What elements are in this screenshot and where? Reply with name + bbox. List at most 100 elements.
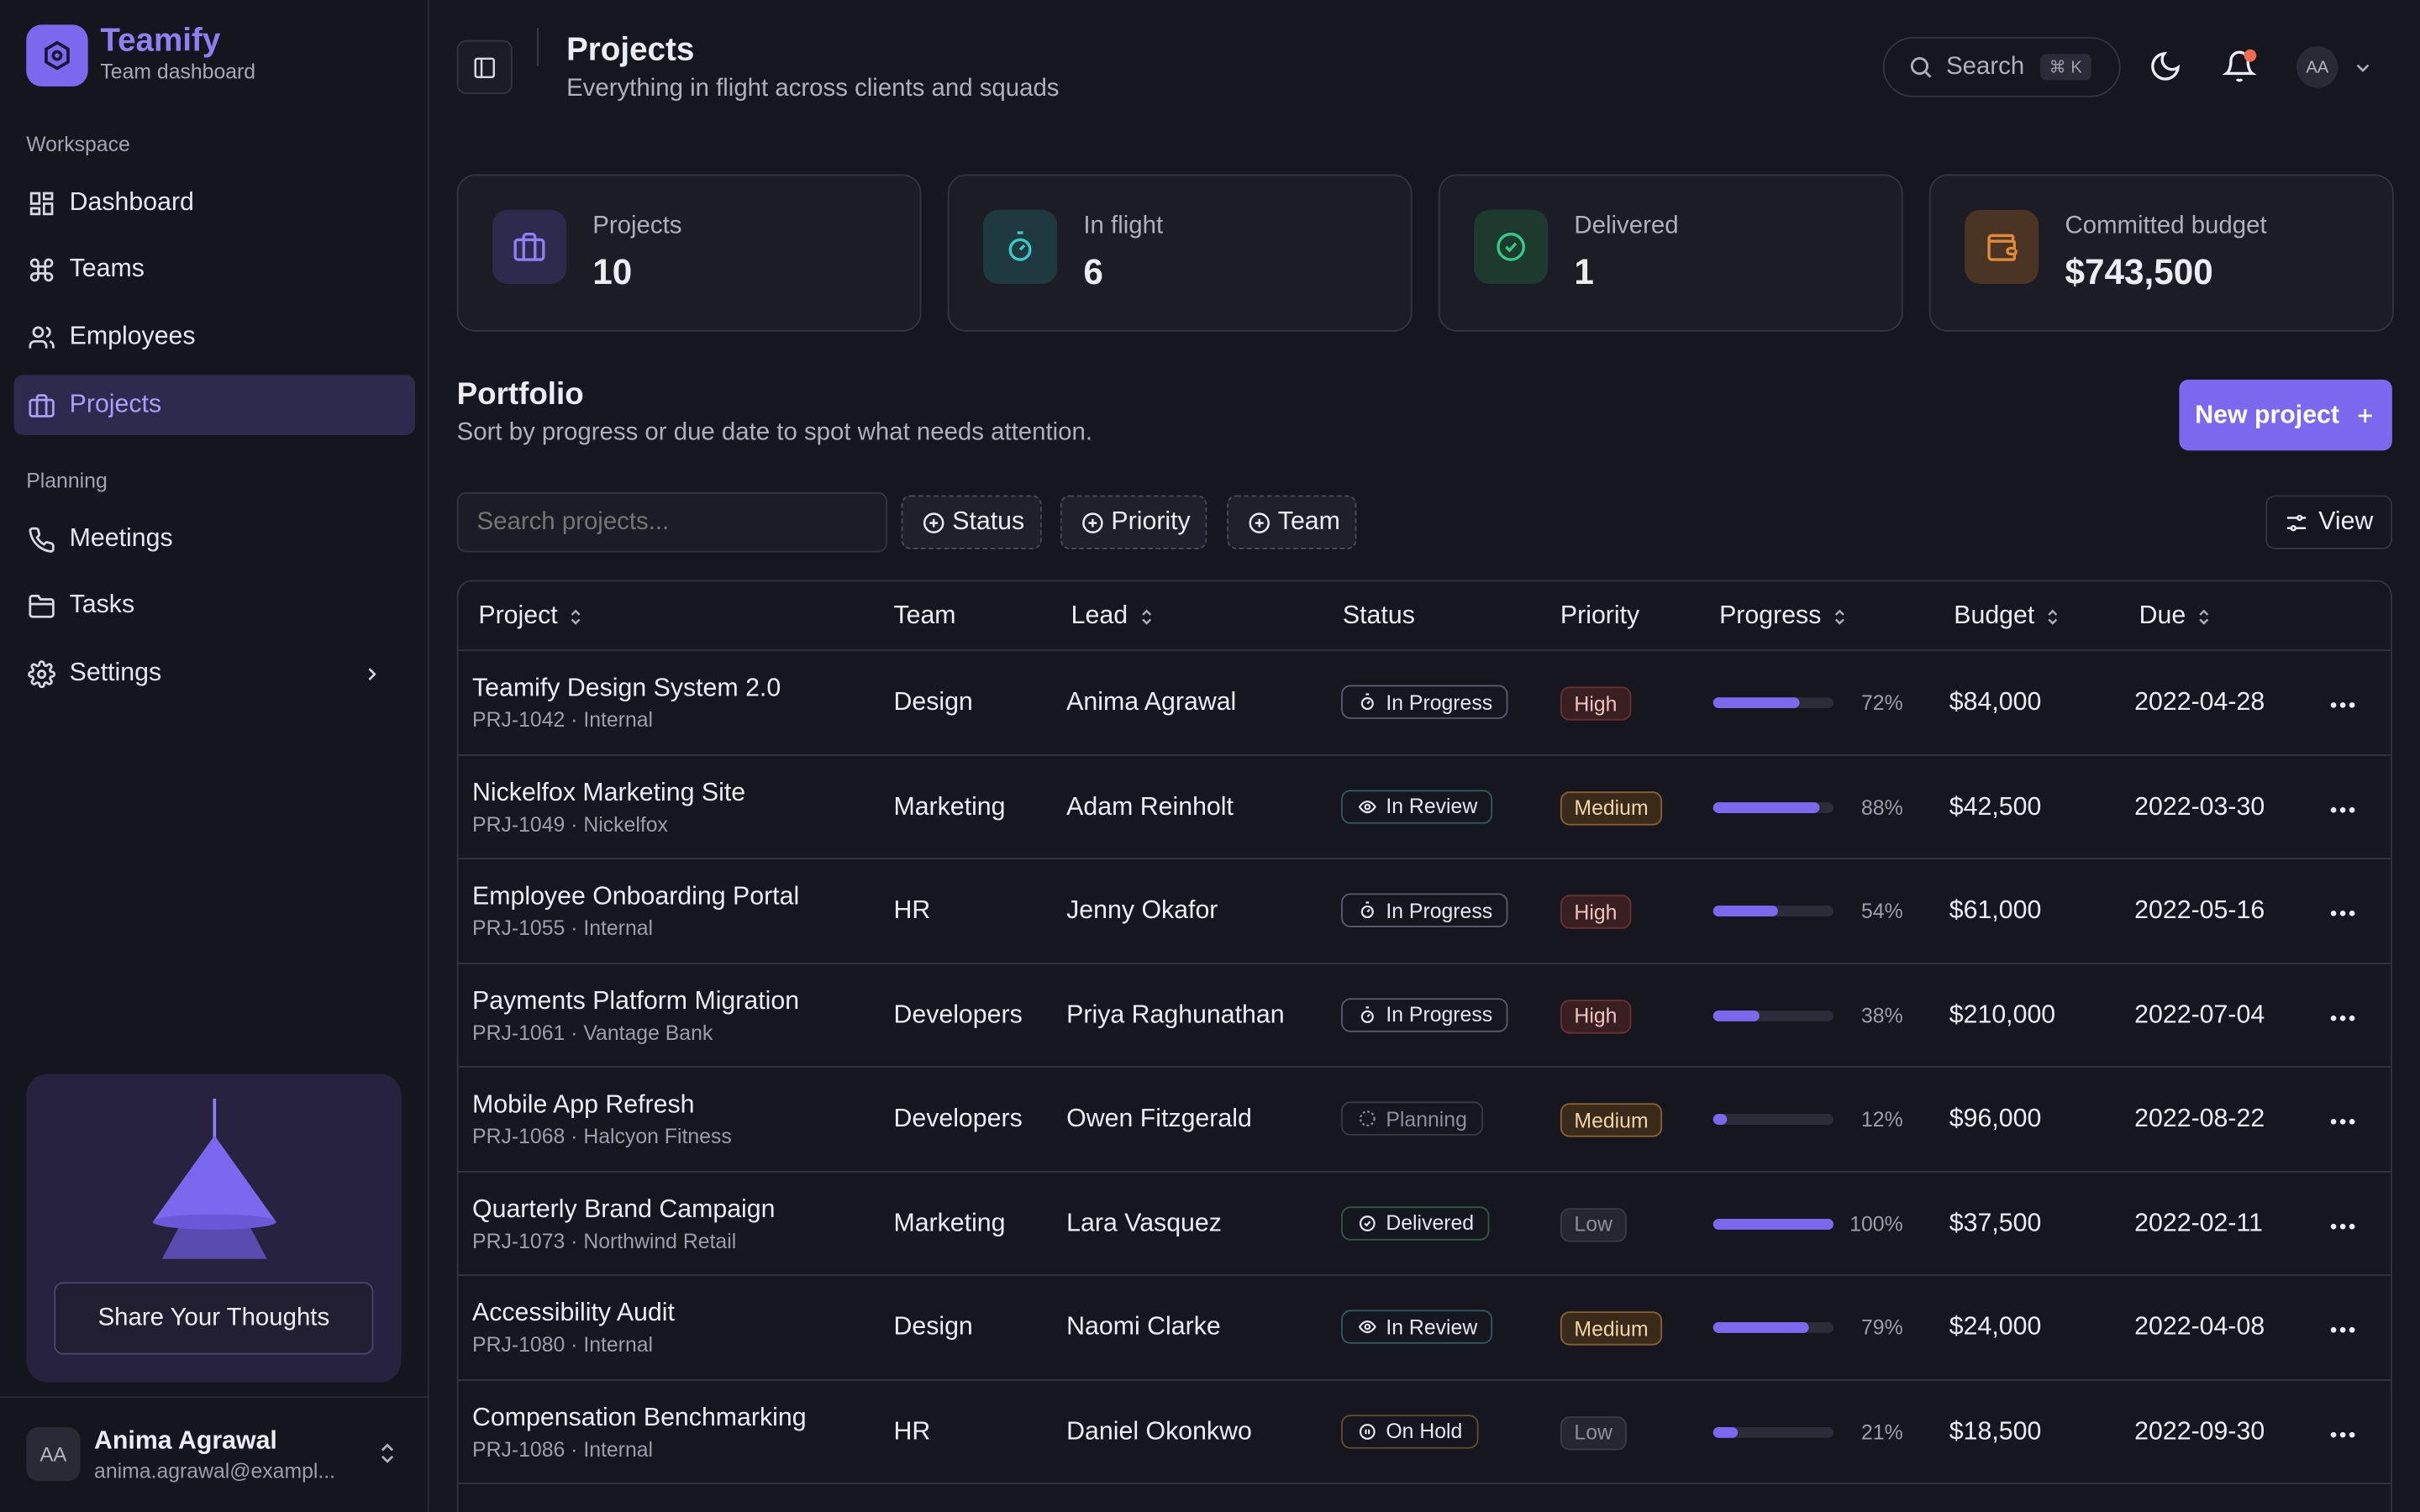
status-label: In Review [1386,1315,1478,1339]
progress-fill [1712,1114,1728,1125]
search-label: Search [1946,53,2025,80]
project-name[interactable]: Mobile App Refresh [472,1091,694,1121]
table-row[interactable]: Employee Onboarding Portal PRJ-1055 · Int… [458,859,2391,964]
new-project-button[interactable]: New project [2179,379,2392,451]
chevron-down-icon[interactable] [2352,57,2374,79]
priority-badge: Medium [1560,1311,1663,1346]
due-date-cell: 2022-04-28 [2134,688,2265,717]
user-menu[interactable]: AA Anima Agrawal anima.agrawal@exampl... [0,1396,429,1512]
filter-priority-button[interactable]: Priority [1060,495,1207,549]
more-horizontal-icon[interactable] [2329,909,2357,918]
column-header-lead[interactable]: Lead [1071,601,1156,631]
budget-cell: $96,000 [1949,1105,2042,1133]
column-header-budget[interactable]: Budget [1954,601,2062,631]
avatar: AA [26,1426,81,1482]
due-date-cell: 2022-03-30 [2134,792,2265,821]
sidebar-item-projects[interactable]: Projects [13,375,416,435]
progress-percent: 54% [1861,899,1903,923]
progress-percent: 100% [1849,1211,1903,1236]
sidebar-item-teams[interactable]: Teams [14,239,416,300]
table-row[interactable]: Quarterly Brand Campaign PRJ-1073 · North… [458,1172,2391,1276]
team-cell: HR [893,1417,931,1446]
column-header-project[interactable]: Project [478,601,585,631]
column-header-status: Status [1342,601,1415,630]
table-row[interactable]: Nickelfox Marketing Site PRJ-1049 · Nicke… [458,755,2391,860]
budget-cell: $24,000 [1949,1313,2042,1341]
folder-icon [29,594,55,617]
filter-label: Team [1277,507,1340,536]
plus-icon [2358,408,2372,423]
sidebar-item-meetings[interactable]: Meetings [14,509,416,570]
more-horizontal-icon[interactable] [2329,1117,2357,1126]
budget-cell: $37,500 [1949,1209,2042,1237]
column-header-progress[interactable]: Progress [1719,601,1849,631]
progress-percent: 79% [1861,1315,1903,1340]
sidebar-item-settings[interactable]: Settings [14,643,416,704]
more-horizontal-icon[interactable] [2329,805,2357,814]
briefcase-icon [29,393,55,417]
more-horizontal-icon[interactable] [2329,1013,2357,1022]
team-cell: Marketing [893,792,1006,821]
section-title: Portfolio [456,377,584,412]
priority-badge: High [1560,895,1631,929]
more-horizontal-icon[interactable] [2329,701,2357,710]
lead-cell: Naomi Clarke [1066,1313,1221,1341]
due-date-cell: 2022-05-16 [2134,896,2265,925]
stat-value: 1 [1574,251,1594,292]
table-row[interactable]: Compensation Benchmarking PRJ-1086 · Inte… [458,1380,2391,1484]
timer-icon [982,209,1058,284]
team-cell: Developers [893,1105,1023,1133]
team-cell: Design [893,1313,973,1341]
more-horizontal-icon[interactable] [2329,1221,2357,1231]
column-header-priority: Priority [1560,601,1640,630]
sort-icon [571,608,581,624]
column-header-team: Team [893,601,956,630]
table-row[interactable]: Payments Platform Migration PRJ-1061 · Va… [458,963,2391,1068]
table-row[interactable]: Mobile App Refresh PRJ-1068 · Halcyon Fit… [458,1068,2391,1172]
progress-bar [1712,1218,1833,1229]
lead-cell: Anima Agrawal [1066,688,1237,717]
sidebar-item-dashboard[interactable]: Dashboard [14,173,416,234]
table-header: Project Team Lead Status Priority Progre… [458,581,2391,652]
brand[interactable]: Teamify Team dashboard [26,24,255,87]
column-header-due[interactable]: Due [2139,601,2214,631]
project-name[interactable]: Compensation Benchmarking [472,1403,807,1432]
table-row[interactable]: Accessibility Audit PRJ-1080 · Internal De… [458,1276,2391,1380]
filter-label: Priority [1111,507,1191,536]
search-projects-input[interactable] [456,491,888,553]
sidebar-toggle-button[interactable] [456,39,513,95]
sidebar-item-employees[interactable]: Employees [14,307,416,368]
project-name[interactable]: Teamify Design System 2.0 [472,675,781,704]
project-meta: PRJ-1073 · Northwind Retail [472,1228,737,1252]
sidebar-item-tasks[interactable]: Tasks [14,575,416,636]
avatar[interactable]: AA [2296,46,2338,88]
filter-status-button[interactable]: Status [901,495,1042,549]
dashed-circle-icon [1359,1110,1376,1126]
project-name[interactable]: Payments Platform Migration [472,987,799,1016]
status-badge: In Progress [1341,893,1508,927]
progress-fill [1712,1010,1760,1021]
project-name[interactable]: Employee Onboarding Portal [472,883,799,912]
table-row[interactable]: Teamify Design System 2.0 PRJ-1042 · Inte… [458,651,2391,756]
filter-team-button[interactable]: Team [1227,495,1358,549]
project-name[interactable]: Quarterly Brand Campaign [472,1195,775,1225]
phone-icon [29,526,55,552]
user-name: Anima Agrawal [94,1426,277,1456]
status-label: In Review [1386,794,1478,818]
sidebar: Teamify Team dashboard Workspace Dashboa… [0,0,429,1512]
page-subtitle: Everything in flight across clients and … [566,75,1060,102]
project-name[interactable]: Nickelfox Marketing Site [472,779,745,808]
priority-badge: Medium [1560,790,1663,825]
app-root: Teamify Team dashboard Workspace Dashboa… [0,0,2420,1512]
header-divider [537,28,539,66]
share-thoughts-button[interactable]: Share Your Thoughts [54,1282,374,1355]
more-horizontal-icon[interactable] [2329,1430,2357,1439]
project-name[interactable]: Accessibility Audit [472,1299,675,1329]
search-button[interactable]: Search ⌘ K [1882,37,2121,97]
progress-percent: 12% [1861,1107,1903,1131]
due-date-cell: 2022-07-04 [2134,1000,2265,1029]
view-options-button[interactable]: View [2265,495,2392,549]
more-horizontal-icon[interactable] [2329,1326,2357,1335]
moon-icon[interactable] [2149,50,2182,83]
progress-fill [1712,1426,1739,1437]
